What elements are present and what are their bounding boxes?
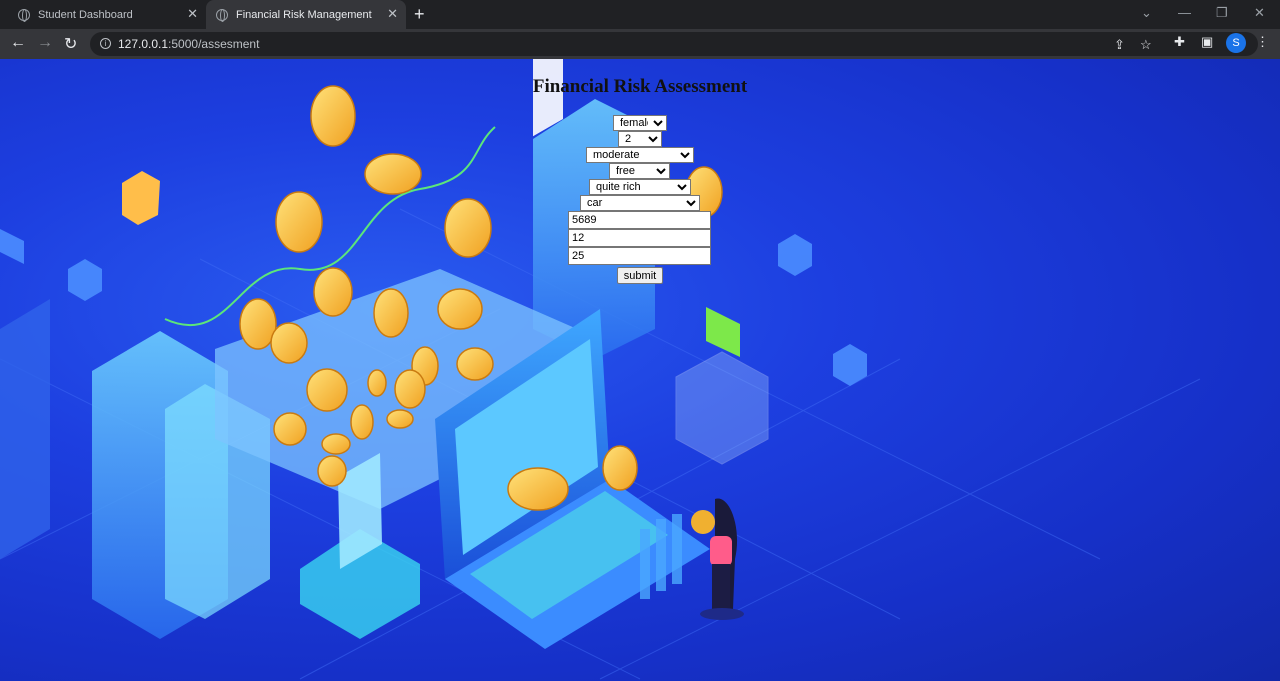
info-icon[interactable]: i bbox=[100, 38, 111, 49]
restore-icon[interactable]: ❐ bbox=[1216, 5, 1228, 21]
tab-title: Student Dashboard bbox=[38, 8, 133, 21]
tab-financial-risk-management[interactable]: Financial Risk Management ✕ bbox=[206, 0, 406, 29]
purpose-select[interactable]: car bbox=[580, 195, 700, 211]
more-menu-icon[interactable]: ⋮ bbox=[1256, 34, 1269, 50]
tab-student-dashboard[interactable]: Student Dashboard ✕ bbox=[8, 0, 206, 29]
globe-icon bbox=[216, 8, 228, 22]
side-panel-icon[interactable]: ▣ bbox=[1201, 34, 1213, 50]
globe-icon bbox=[18, 8, 30, 22]
bookmark-star-icon[interactable]: ☆ bbox=[1140, 37, 1152, 53]
url-path: :5000/assesment bbox=[168, 37, 260, 51]
url-host: 127.0.0.1 bbox=[118, 37, 169, 51]
job-select[interactable]: 2 bbox=[618, 131, 662, 147]
profile-avatar[interactable]: S bbox=[1226, 33, 1246, 53]
close-icon[interactable]: ✕ bbox=[387, 7, 398, 20]
back-arrow-icon[interactable]: ← bbox=[10, 34, 26, 52]
tab-strip: Student Dashboard ✕ Financial Risk Manag… bbox=[0, 0, 1280, 29]
saving-accounts-select[interactable]: quite rich bbox=[589, 179, 691, 195]
address-bar[interactable]: i 127.0.0.1:5000/assesment ⇪ ☆ bbox=[90, 32, 1258, 56]
forward-arrow-icon[interactable]: → bbox=[37, 34, 53, 52]
submit-button[interactable]: submit bbox=[617, 267, 663, 284]
credit-amount-input[interactable] bbox=[568, 211, 711, 229]
reload-icon[interactable]: ↻ bbox=[64, 34, 77, 54]
page-viewport: Financial Risk Assessment female 2 moder… bbox=[0, 59, 1280, 681]
chevron-down-icon[interactable]: ⌄ bbox=[1141, 5, 1152, 21]
minimize-icon[interactable]: — bbox=[1178, 5, 1191, 20]
new-tab-plus-icon[interactable]: + bbox=[414, 4, 425, 25]
housing-select[interactable]: free bbox=[609, 163, 670, 179]
url-text: 127.0.0.1:5000/assesment bbox=[118, 37, 259, 51]
tab-title: Financial Risk Management bbox=[236, 8, 372, 21]
age-input[interactable] bbox=[568, 247, 711, 265]
extensions-puzzle-icon[interactable]: ✚ bbox=[1174, 34, 1185, 50]
duration-input[interactable] bbox=[568, 229, 711, 247]
person-art bbox=[691, 498, 744, 620]
rate-select[interactable]: moderate bbox=[586, 147, 694, 163]
page-title: Financial Risk Assessment bbox=[532, 76, 748, 97]
close-window-icon[interactable]: ✕ bbox=[1254, 5, 1265, 21]
sex-select[interactable]: female bbox=[613, 115, 667, 131]
share-icon[interactable]: ⇪ bbox=[1114, 37, 1125, 53]
close-icon[interactable]: ✕ bbox=[187, 7, 198, 20]
browser-toolbar: ← → ↻ i 127.0.0.1:5000/assesment ⇪ ☆ ✚ ▣… bbox=[0, 29, 1280, 59]
